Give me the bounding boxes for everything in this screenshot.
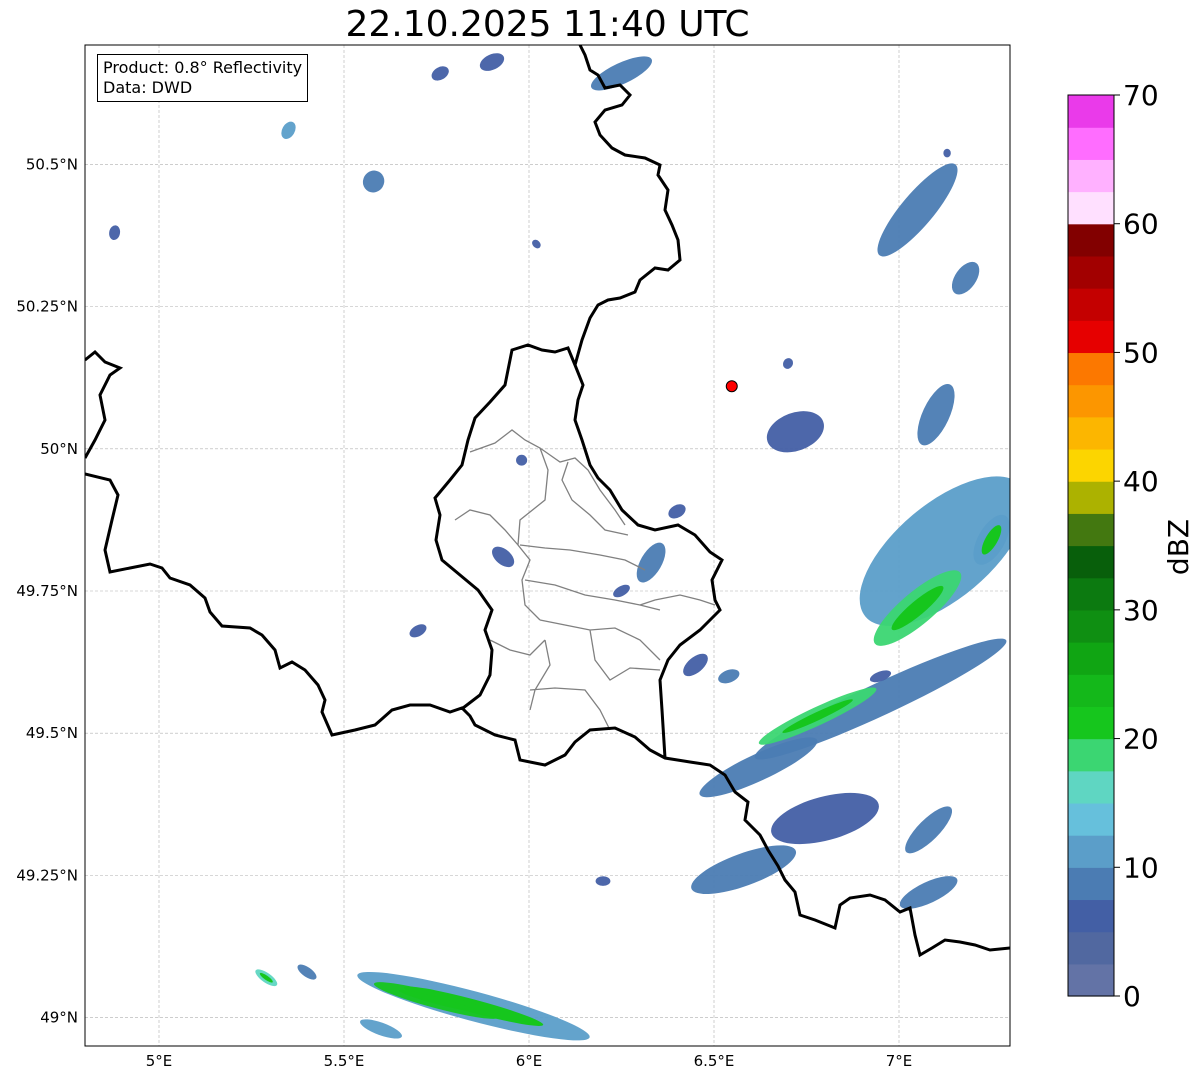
colorbar-bin — [1068, 835, 1114, 868]
y-tick-label: 50.5°N — [26, 155, 78, 173]
colorbar-tick-label: 60 — [1123, 208, 1159, 241]
colorbar-bin — [1068, 320, 1114, 354]
x-tick-label: 6.5°E — [694, 1052, 735, 1070]
colorbar-bin — [1068, 481, 1114, 514]
x-tick-label: 7°E — [886, 1052, 913, 1070]
y-tick-label: 50°N — [40, 440, 78, 458]
colorbar: 0 10 20 30 40 50 60 70 dBZ — [1067, 79, 1195, 1013]
y-tick-label: 49.5°N — [26, 724, 78, 742]
colorbar-bin — [1068, 416, 1114, 450]
colorbar-bin — [1068, 577, 1114, 611]
colorbar-bin — [1068, 384, 1114, 418]
colorbar-bin — [1068, 513, 1114, 547]
colorbar-tick-label: 10 — [1123, 851, 1159, 884]
colorbar-bin — [1068, 288, 1114, 321]
y-tick-label: 49.25°N — [16, 866, 78, 884]
colorbar-bin — [1068, 931, 1114, 965]
colorbar-tick-label: 70 — [1123, 79, 1159, 112]
colorbar-bin — [1068, 545, 1114, 579]
x-tick-label: 6°E — [516, 1052, 543, 1070]
colorbar-tick-label: 50 — [1123, 336, 1159, 369]
colorbar-bin — [1068, 352, 1114, 386]
radar-site-marker[interactable] — [725, 380, 738, 393]
colorbar-bin — [1068, 899, 1114, 933]
colorbar-bin — [1068, 127, 1114, 160]
colorbar-tick-label: 0 — [1123, 980, 1141, 1013]
colorbar-bin — [1068, 223, 1114, 257]
colorbar-bin — [1068, 706, 1114, 740]
y-tick-label: 49.75°N — [16, 582, 78, 600]
colorbar-bin — [1068, 802, 1114, 836]
colorbar-bin — [1068, 191, 1114, 225]
colorbar-tick-label: 30 — [1123, 594, 1159, 627]
colorbar-bin — [1068, 867, 1114, 901]
colorbar-bin — [1068, 609, 1114, 643]
radar-echo — [943, 148, 951, 158]
colorbar-bin — [1068, 738, 1114, 772]
colorbar-bin — [1068, 674, 1114, 707]
colorbar-bin — [1068, 95, 1114, 128]
info-product: Product: 0.8° Reflectivity — [103, 58, 303, 77]
radar-echo — [516, 454, 528, 466]
y-tick-label: 50.25°N — [16, 298, 78, 316]
colorbar-bin — [1068, 159, 1114, 193]
colorbar-bin — [1068, 255, 1114, 289]
colorbar-bin — [1068, 770, 1114, 804]
colorbar-bin — [1068, 448, 1114, 482]
radar-map[interactable]: 5°E 5.5°E 6°E 6.5°E 7°E 49°N 49.25°N 49.5°N 49.7… — [0, 0, 1202, 1081]
info-box: Product: 0.8° Reflectivity Data: DWD — [97, 54, 309, 102]
info-data-source: Data: DWD — [103, 78, 193, 97]
colorbar-bin — [1068, 963, 1114, 997]
colorbar-bin — [1068, 642, 1114, 675]
colorbar-tick-label: 20 — [1123, 723, 1159, 756]
x-tick-label: 5.5°E — [324, 1052, 365, 1070]
x-tick-label: 5°E — [146, 1052, 173, 1070]
colorbar-tick-label: 40 — [1123, 465, 1159, 498]
colorbar-label: dBZ — [1162, 519, 1195, 575]
radar-echo — [595, 876, 611, 886]
y-tick-label: 49°N — [40, 1009, 78, 1027]
